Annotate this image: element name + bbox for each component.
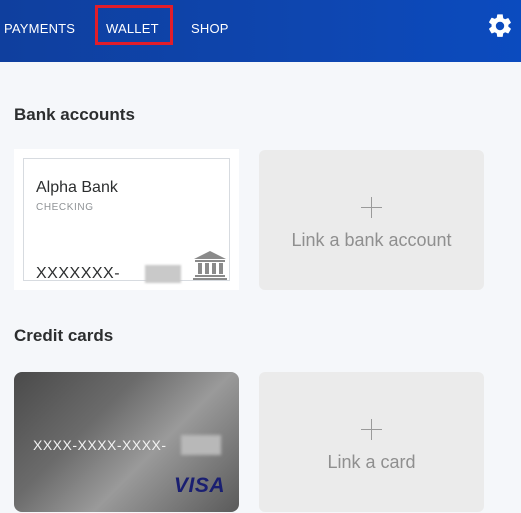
top-navigation-bar: PAYMENTS WALLET SHOP (0, 0, 521, 62)
bank-name: Alpha Bank (36, 179, 118, 196)
bank-icon (193, 251, 227, 280)
visa-logo: VISA (174, 474, 226, 497)
plus-icon (361, 197, 382, 218)
nav-wallet[interactable]: WALLET (106, 21, 159, 36)
visa-credit-card[interactable]: XXXX-XXXX-XXXX- VISA (14, 372, 239, 512)
nav-payments[interactable]: PAYMENTS (4, 21, 75, 36)
nav-shop[interactable]: SHOP (191, 21, 229, 36)
bank-account-container: Alpha Bank CHECKING XXXXXXX- (14, 149, 239, 290)
link-card-label: Link a card (327, 452, 416, 472)
card-number-redaction (181, 435, 221, 455)
link-bank-account-label: Link a bank account (291, 230, 452, 250)
card-number: XXXX-XXXX-XXXX- (33, 437, 167, 453)
gear-icon[interactable] (486, 12, 514, 40)
bank-accounts-heading: Bank accounts (14, 105, 135, 124)
bank-account-type: CHECKING (36, 202, 94, 213)
bank-account-card[interactable]: Alpha Bank CHECKING XXXXXXX- (23, 158, 230, 283)
bank-number-redaction (145, 265, 181, 283)
credit-cards-heading: Credit cards (14, 326, 114, 345)
link-card-tile[interactable]: Link a card (259, 372, 484, 512)
link-bank-account-tile[interactable]: Link a bank account (259, 150, 484, 290)
plus-icon (361, 419, 382, 440)
bank-account-number: XXXXXXX- (36, 265, 121, 282)
